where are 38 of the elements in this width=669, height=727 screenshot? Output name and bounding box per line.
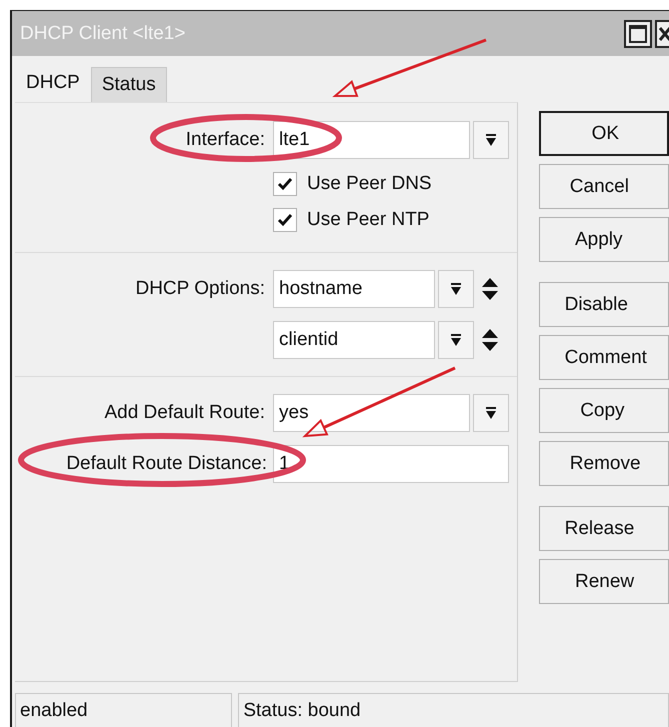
checkmark-icon xyxy=(277,177,293,191)
dialog-button[interactable]: Cancel xyxy=(539,164,669,209)
dhcp-option-dropdown[interactable]: clientid xyxy=(273,321,435,359)
dropdown-arrow-icon xyxy=(485,134,497,146)
up-down-arrows-icon[interactable] xyxy=(482,329,498,351)
checkbox[interactable] xyxy=(273,172,297,196)
checkbox-label: Use Peer DNS xyxy=(307,173,432,195)
dropdown-arrow-icon xyxy=(485,406,497,420)
up-down-arrows-icon[interactable] xyxy=(482,278,498,300)
status-text: enabled xyxy=(15,693,232,727)
dhcp-option-dropdown[interactable]: hostname xyxy=(273,270,435,308)
field-label: Interface: xyxy=(184,129,266,151)
checkbox[interactable] xyxy=(273,208,297,232)
tab[interactable]: Status xyxy=(90,67,167,102)
interface-dropdown[interactable]: lte1 xyxy=(273,121,470,159)
dialog-button[interactable]: Copy xyxy=(539,388,669,433)
add-default-route-dropdown[interactable]: yes xyxy=(273,394,470,432)
field-label: DHCP Options: xyxy=(134,278,266,300)
dropdown-button[interactable] xyxy=(473,394,509,432)
dialog-button[interactable]: Remove xyxy=(539,441,669,486)
maximize-icon[interactable] xyxy=(624,20,652,48)
dropdown-button[interactable] xyxy=(438,321,474,359)
dropdown-button[interactable] xyxy=(438,270,474,308)
checkmark-icon xyxy=(277,213,293,227)
dialog-button[interactable]: Disable xyxy=(539,282,669,327)
field-label: Add Default Route: xyxy=(103,402,266,424)
close-icon[interactable] xyxy=(655,20,669,48)
dialog-button[interactable]: OK xyxy=(539,111,669,156)
dialog-button[interactable]: Apply xyxy=(539,217,669,262)
dialog-button[interactable]: Renew xyxy=(539,559,669,604)
dialog-button[interactable]: Release xyxy=(539,506,669,551)
status-text: Status: bound xyxy=(238,693,669,727)
dialog-button[interactable]: Comment xyxy=(539,335,669,380)
field-label: Default Route Distance: xyxy=(65,453,268,475)
dropdown-arrow-icon xyxy=(450,282,462,296)
dropdown-arrow-icon xyxy=(450,334,462,346)
checkbox-label: Use Peer NTP xyxy=(307,209,430,231)
dropdown-button[interactable] xyxy=(473,121,509,159)
